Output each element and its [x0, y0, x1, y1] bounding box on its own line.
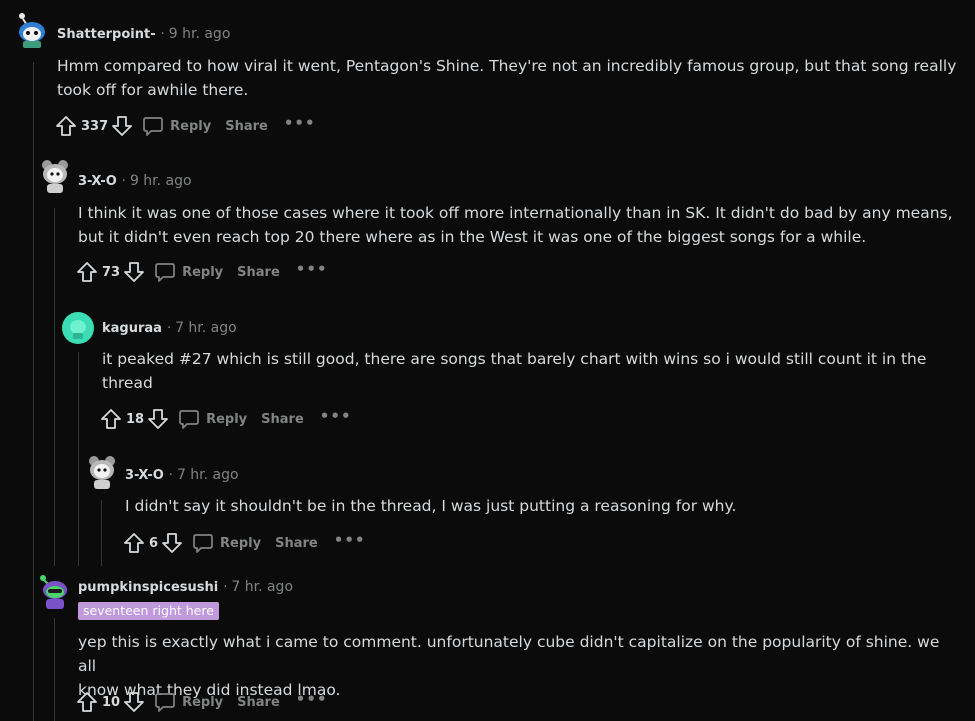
- share-button[interactable]: Share: [275, 536, 318, 551]
- downvote-icon: [124, 262, 144, 282]
- share-button[interactable]: Share: [225, 119, 268, 134]
- comment-actions: 6 Reply Share •••: [122, 529, 366, 557]
- comment-text-line: thread: [102, 374, 153, 392]
- more-options-button[interactable]: •••: [296, 261, 328, 277]
- comment-thread: Shatterpoint- · 9 hr. ago Hmm compared t…: [0, 0, 975, 721]
- upvote-button[interactable]: [75, 690, 99, 714]
- downvote-button[interactable]: [146, 407, 170, 431]
- comment-bubble-icon: [143, 117, 163, 136]
- snoo-avatar-icon[interactable]: [62, 312, 94, 344]
- comment-bubble-icon: [155, 263, 175, 282]
- vote-count: 18: [126, 411, 145, 427]
- comment-timestamp[interactable]: 9 hr. ago: [169, 26, 231, 42]
- snoo-avatar-icon[interactable]: [84, 454, 120, 490]
- comment-text-line: I think it was one of those cases where …: [78, 204, 953, 222]
- comment-text-line: took off for awhile there.: [57, 81, 249, 99]
- comment-shatterpoint: Shatterpoint- · 9 hr. ago Hmm compared t…: [0, 0, 975, 150]
- comment-actions: 73 Reply Share •••: [75, 258, 328, 286]
- more-options-button[interactable]: •••: [320, 408, 352, 424]
- downvote-icon: [124, 692, 144, 712]
- separator-dot: ·: [121, 174, 126, 189]
- comment-body: it peaked #27 which is still good, there…: [102, 347, 962, 395]
- comment-bubble-icon: [179, 410, 199, 429]
- separator-dot: ·: [168, 468, 173, 483]
- reply-button[interactable]: Reply: [154, 261, 223, 283]
- separator-dot: ·: [223, 580, 228, 595]
- upvote-button[interactable]: [75, 260, 99, 284]
- comment-body: I didn't say it shouldn't be in the thre…: [125, 494, 955, 518]
- upvote-button[interactable]: [54, 114, 78, 138]
- comment-pumpkinspicesushi: pumpkinspicesushi · 7 hr. ago seventeen …: [0, 568, 975, 721]
- comment-text-line: I didn't say it shouldn't be in the thre…: [125, 497, 737, 515]
- comment-author[interactable]: 3-X-O: [78, 174, 117, 189]
- reply-button[interactable]: Reply: [178, 408, 247, 430]
- upvote-icon: [56, 116, 76, 136]
- comment-timestamp[interactable]: 7 hr. ago: [231, 579, 293, 595]
- reply-label: Reply: [220, 535, 262, 551]
- downvote-icon: [162, 533, 182, 553]
- comment-timestamp[interactable]: 7 hr. ago: [175, 320, 237, 336]
- upvote-icon: [101, 409, 121, 429]
- upvote-icon: [124, 533, 144, 553]
- comment-text-line: Hmm compared to how viral it went, Penta…: [57, 57, 957, 75]
- vote-count: 337: [81, 118, 109, 134]
- comment-actions: 337 Reply Share •••: [54, 112, 316, 140]
- upvote-button[interactable]: [99, 407, 123, 431]
- snoo-avatar-icon[interactable]: [37, 574, 73, 610]
- comment-3xo-reply: 3-X-O · 7 hr. ago I didn't say it should…: [0, 450, 975, 568]
- comment-actions: 10 Reply Share •••: [75, 688, 328, 716]
- upvote-icon: [77, 692, 97, 712]
- comment-body: Hmm compared to how viral it went, Penta…: [57, 54, 957, 102]
- reply-label: Reply: [182, 264, 224, 280]
- comment-author[interactable]: kaguraa: [102, 321, 162, 336]
- snoo-avatar-icon[interactable]: [37, 158, 73, 194]
- comment-author[interactable]: Shatterpoint-: [57, 27, 156, 42]
- more-options-button[interactable]: •••: [334, 532, 366, 548]
- downvote-icon: [112, 116, 133, 136]
- separator-dot: ·: [166, 321, 172, 336]
- share-button[interactable]: Share: [237, 265, 280, 280]
- downvote-button[interactable]: [122, 690, 146, 714]
- comment-bubble-icon: [155, 693, 175, 712]
- more-options-button[interactable]: •••: [296, 691, 328, 707]
- vote-count: 73: [102, 264, 121, 280]
- snoo-avatar-icon[interactable]: [14, 12, 50, 48]
- more-options-button[interactable]: •••: [284, 115, 316, 131]
- reply-button[interactable]: Reply: [154, 691, 223, 713]
- reply-button[interactable]: Reply: [142, 115, 211, 137]
- upvote-button[interactable]: [122, 531, 146, 555]
- comment-3xo: 3-X-O · 9 hr. ago I think it was one of …: [0, 150, 975, 300]
- comment-body: I think it was one of those cases where …: [78, 201, 958, 249]
- reply-label: Reply: [182, 694, 224, 710]
- reply-label: Reply: [206, 411, 248, 427]
- separator-dot: ·: [160, 27, 165, 42]
- downvote-button[interactable]: [122, 260, 146, 284]
- comment-bubble-icon: [193, 534, 213, 553]
- downvote-button[interactable]: [160, 531, 184, 555]
- comment-author[interactable]: pumpkinspicesushi: [78, 580, 218, 595]
- comment-text-line: yep this is exactly what i came to comme…: [78, 633, 940, 675]
- vote-count: 6: [149, 535, 159, 551]
- comment-timestamp[interactable]: 7 hr. ago: [177, 467, 239, 483]
- reply-label: Reply: [170, 118, 212, 134]
- comment-text-line: but it didn't even reach top 20 there wh…: [78, 228, 867, 246]
- upvote-icon: [77, 262, 97, 282]
- vote-count: 10: [102, 694, 121, 710]
- comment-actions: 18 Reply Share •••: [99, 405, 352, 433]
- user-flair: seventeen right here: [78, 602, 219, 620]
- comment-text-line: it peaked #27 which is still good, there…: [102, 350, 927, 368]
- reply-button[interactable]: Reply: [192, 532, 261, 554]
- comment-kaguraa: kaguraa · 7 hr. ago it peaked #27 which …: [0, 300, 975, 450]
- downvote-button[interactable]: [110, 114, 134, 138]
- comment-timestamp[interactable]: 9 hr. ago: [130, 173, 192, 189]
- downvote-icon: [148, 409, 168, 429]
- share-button[interactable]: Share: [237, 695, 280, 710]
- share-button[interactable]: Share: [261, 412, 304, 427]
- comment-author[interactable]: 3-X-O: [125, 468, 164, 483]
